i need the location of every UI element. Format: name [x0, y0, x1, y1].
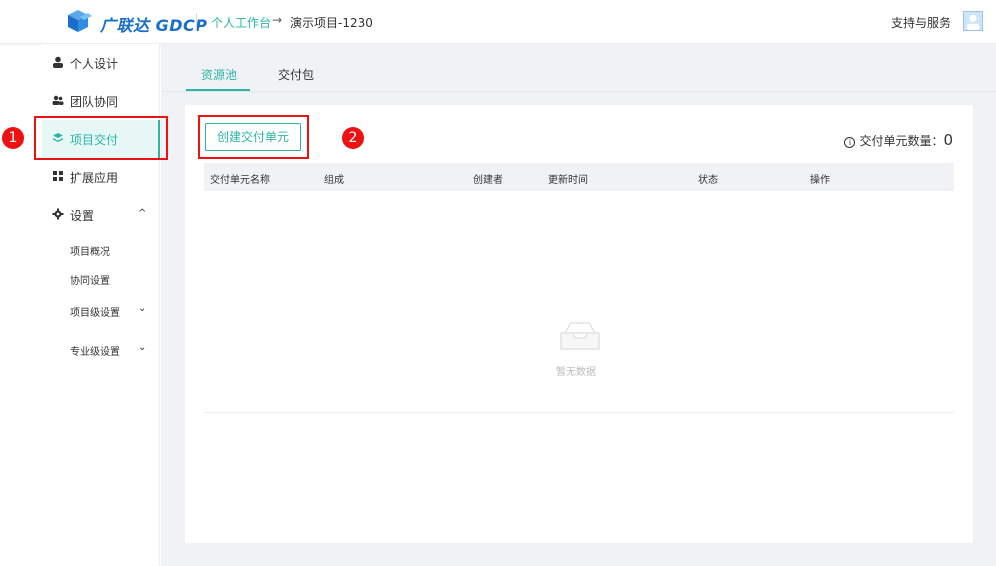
info-icon: i [844, 137, 856, 148]
chevron-down-icon[interactable]: ⌄ [138, 303, 146, 314]
column-header-updated-time[interactable]: 更新时间 [548, 171, 588, 186]
annotation-badge-2: 2 [342, 127, 364, 149]
team-icon [52, 95, 64, 105]
chevron-up-icon[interactable]: ^ [138, 208, 146, 219]
tab-delivery-package[interactable]: 交付包 [278, 66, 314, 83]
column-header-actions[interactable]: 操作 [810, 171, 830, 186]
sidebar-item-settings[interactable]: 设置 ^ [42, 196, 160, 234]
gear-icon [52, 208, 64, 220]
sidebar-subitem-discipline-level-settings[interactable]: 专业级设置 [70, 343, 120, 358]
annotation-badge-1: 1 [2, 127, 24, 149]
empty-text: 暂无数据 [556, 367, 596, 378]
support-service-link[interactable]: 支持与服务 [891, 14, 951, 31]
sidebar-item-label: 团队协同 [70, 95, 119, 109]
delivery-unit-count: i 交付单元数量：0 [844, 131, 953, 149]
chevron-down-icon[interactable]: ⌄ [138, 342, 146, 353]
count-label: 交付单元数量： [859, 134, 944, 148]
sidebar-item-extensions[interactable]: 扩展应用 [42, 158, 160, 196]
annotation-box-1 [34, 116, 168, 160]
header-divider [196, 13, 197, 31]
tabs-bar: 资源池 交付包 [161, 44, 996, 92]
active-tab-underline [186, 89, 250, 91]
apps-icon [53, 171, 63, 181]
sidebar-subitem-project-overview[interactable]: 项目概况 [70, 243, 110, 258]
top-bar: 广联达 GDCP 个人工作台 → 演示项目-1230 支持与服务 [0, 0, 996, 44]
column-header-creator[interactable]: 创建者 [473, 171, 503, 186]
gdcp-logo-icon [68, 10, 92, 32]
column-header-name[interactable]: 交付单元名称 [210, 171, 270, 186]
empty-inbox-icon [560, 322, 600, 350]
sidebar-item-label: 扩展应用 [70, 171, 119, 185]
table-header: 交付单元名称 组成 创建者 更新时间 状态 操作 [204, 163, 954, 191]
sidebar-item-label: 个人设计 [70, 57, 119, 71]
sidebar-item-personal-design[interactable]: 个人设计 [42, 44, 160, 82]
delivery-unit-panel: 创建交付单元 i 交付单元数量：0 交付单元名称 组成 创建者 更新时间 状态 操… [185, 105, 973, 543]
annotation-box-2 [198, 115, 309, 159]
sidebar-subitem-collab-settings[interactable]: 协同设置 [70, 272, 110, 287]
tab-resource-pool[interactable]: 资源池 [201, 66, 237, 83]
column-header-status[interactable]: 状态 [698, 171, 718, 186]
column-header-composition[interactable]: 组成 [324, 171, 344, 186]
breadcrumb-workspace-link[interactable]: 个人工作台 [211, 14, 271, 31]
sidebar-item-label: 设置 [70, 209, 95, 223]
sidebar-subitem-project-level-settings[interactable]: 项目级设置 [70, 304, 120, 319]
user-icon [53, 56, 63, 68]
count-value: 0 [943, 131, 953, 149]
user-avatar[interactable] [963, 11, 983, 31]
brand-name: 广联达 GDCP [100, 16, 208, 35]
sidebar-item-team-collab[interactable]: 团队协同 [42, 82, 160, 120]
table-empty-state: 暂无数据 [204, 191, 954, 413]
breadcrumb-arrow-icon: → [272, 13, 283, 27]
breadcrumb-current-project: 演示项目-1230 [290, 16, 373, 30]
